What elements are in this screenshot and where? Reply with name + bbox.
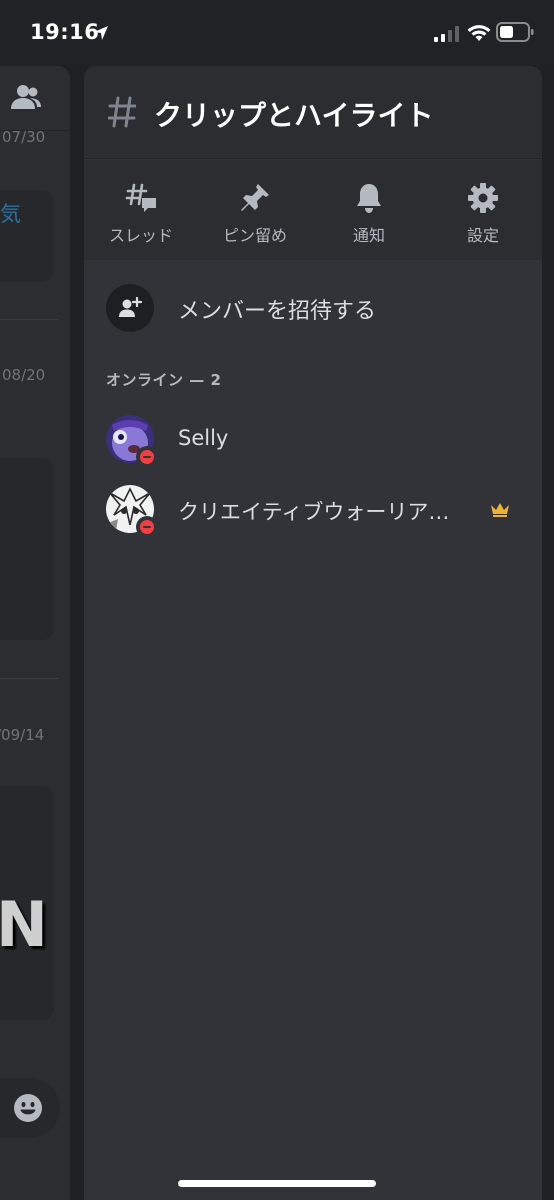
channel-info-drawer: クリップとハイライト スレッド ピン留め 通知 設定 メンバーを招待する オンラ… (84, 66, 542, 1200)
action-label: スレッド (108, 226, 173, 245)
invite-members-button[interactable]: メンバーを招待する (84, 278, 542, 338)
background-divider (0, 678, 58, 679)
battery-icon (496, 22, 534, 42)
members-icon[interactable] (10, 83, 42, 111)
background-channel-pane[interactable]: 07/30 気 08/20 /09/14 N (0, 66, 70, 1200)
background-date: /09/14 (0, 726, 45, 744)
channel-title: クリップとハイライト (154, 99, 434, 132)
action-label: 設定 (466, 226, 499, 245)
gear-icon (468, 183, 498, 213)
background-message-card (0, 458, 54, 640)
background-date: 08/20 (2, 366, 46, 384)
status-time: 19:16 (30, 20, 100, 44)
background-image-letter: N (0, 888, 48, 961)
emoji-icon[interactable] (13, 1093, 43, 1123)
wifi-icon (467, 25, 491, 41)
notifications-button[interactable]: 通知 (312, 160, 426, 260)
pins-button[interactable]: ピン留め (198, 160, 312, 260)
pin-icon (241, 184, 269, 211)
background-link-text: 気 (0, 202, 21, 226)
hash-icon (108, 96, 136, 128)
member-row[interactable]: クリエイティブウォーリア… (84, 480, 542, 540)
background-date: 07/30 (2, 128, 46, 146)
action-label: ピン留め (222, 226, 287, 245)
action-row: スレッド ピン留め 通知 設定 (84, 160, 542, 260)
action-label: 通知 (352, 226, 385, 245)
threads-button[interactable]: スレッド (84, 160, 198, 260)
drawer-header: クリップとハイライト (84, 66, 542, 159)
status-bar: 19:16 (0, 0, 554, 66)
invite-avatar (106, 284, 154, 332)
cell-signal-icon (434, 26, 459, 42)
invite-label: メンバーを招待する (178, 299, 377, 324)
member-row[interactable]: Selly (84, 410, 542, 470)
member-name: クリエイティブウォーリア… (178, 500, 450, 524)
member-name: Selly (178, 426, 229, 450)
online-section-header: オンライン — 2 (106, 371, 222, 389)
crown-icon (491, 503, 509, 517)
settings-button[interactable]: 設定 (426, 160, 540, 260)
dnd-status-icon (136, 446, 158, 468)
home-indicator[interactable] (178, 1180, 376, 1187)
location-arrow-icon (94, 26, 108, 40)
dnd-status-icon (136, 516, 158, 538)
app-root: 19:16 07/30 気 08/20 /09/14 N クリップとハイライト … (0, 0, 554, 1200)
add-user-icon (119, 296, 142, 317)
bell-icon (357, 184, 381, 213)
background-divider (0, 319, 58, 320)
threads-icon (125, 183, 156, 212)
